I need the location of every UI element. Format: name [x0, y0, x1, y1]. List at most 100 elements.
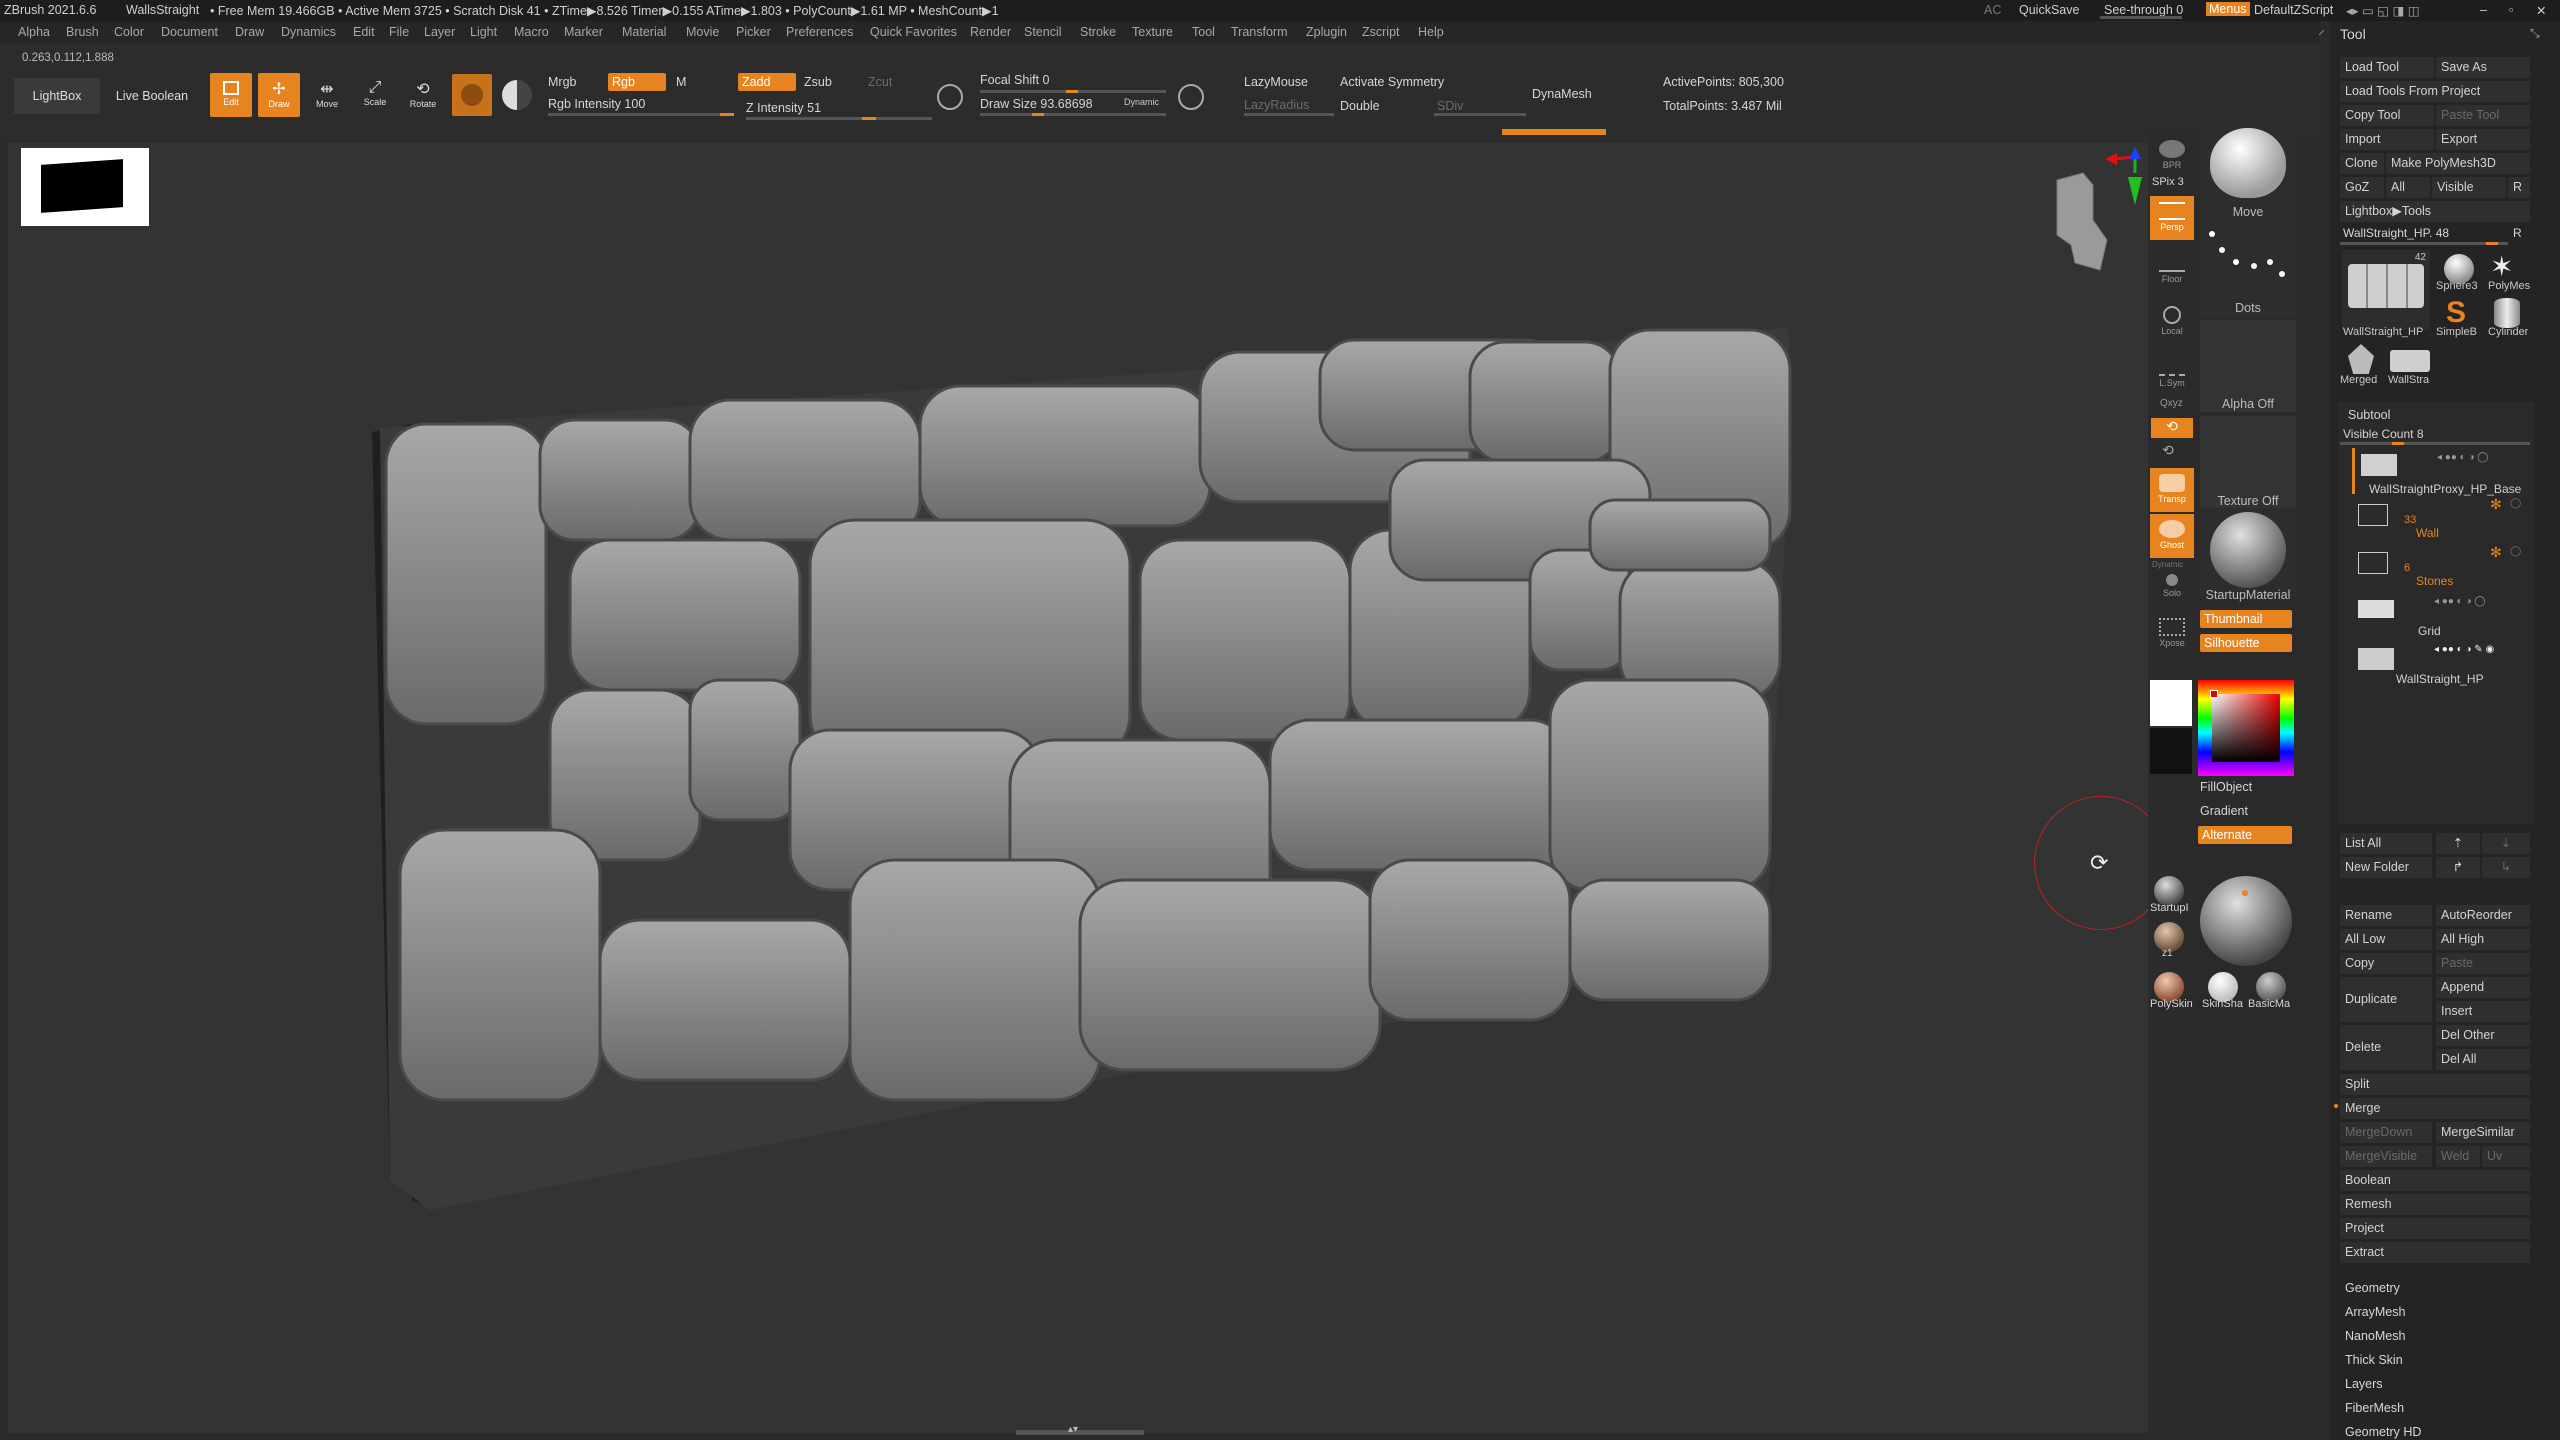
solo-button[interactable]: Solo	[2150, 568, 2194, 612]
lightbox-button[interactable]: LightBox	[14, 78, 100, 114]
focal-shift-slider[interactable]: Focal Shift 0	[980, 73, 1049, 87]
m-button[interactable]: M	[676, 75, 686, 89]
folder-up-icon[interactable]: ↱	[2436, 857, 2480, 878]
menu-texture[interactable]: Texture	[1132, 25, 1173, 39]
xyz-button[interactable]: Qxyz	[2160, 398, 2183, 409]
zadd-button[interactable]: Zadd	[738, 73, 796, 91]
tray-arrows-icon[interactable]: ▴▾	[1068, 1424, 1078, 1435]
material-selector[interactable]	[2200, 508, 2296, 596]
lazyradius-slider[interactable]: LazyRadius	[1244, 98, 1309, 112]
del-all-button[interactable]: Del All	[2436, 1049, 2530, 1070]
restore-icon[interactable]: ▫	[2509, 3, 2513, 17]
menu-stencil[interactable]: Stencil	[1024, 25, 1062, 39]
section-layers[interactable]: Layers	[2345, 1377, 2383, 1391]
load-tool-button[interactable]: Load Tool	[2340, 57, 2434, 78]
subtool-visibility-icons[interactable]: ◂ ●● ◐ ◑ ✎ ◉	[2434, 644, 2494, 655]
stone-wall-model[interactable]	[370, 320, 1810, 1220]
uv-button[interactable]: Uv	[2482, 1146, 2530, 1167]
rename-button[interactable]: Rename	[2340, 905, 2432, 926]
folder-gear-icon[interactable]: ✻	[2490, 544, 2502, 561]
rotate-z-icon[interactable]: ⟲	[2162, 442, 2174, 459]
subtool-row-stones-folder[interactable]: 6 Stones ✻ ◯	[2352, 544, 2530, 590]
window-layout-icons[interactable]: ◂▸ ▭ ◱ ◨ ◫	[2346, 3, 2420, 18]
dynamesh-button[interactable]: DynaMesh	[1532, 87, 1592, 101]
save-as-button[interactable]: Save As	[2436, 57, 2530, 78]
folder-down-icon[interactable]: ↳	[2482, 857, 2530, 878]
zsub-button[interactable]: Zsub	[804, 75, 832, 89]
ghost-button[interactable]: Ghost	[2150, 514, 2194, 558]
delete-button[interactable]: Delete	[2340, 1025, 2432, 1070]
color-swatch-icon[interactable]	[502, 80, 532, 110]
close-icon[interactable]: ✕	[2536, 3, 2546, 18]
pin-icon[interactable]: ⸍	[2318, 26, 2325, 45]
menu-preferences[interactable]: Preferences	[786, 25, 853, 39]
subtool-visibility-icons[interactable]: ◂ ●● ◐ ◑ ◯	[2434, 596, 2485, 607]
menu-stroke[interactable]: Stroke	[1080, 25, 1116, 39]
tool-thumb-wallstraight[interactable]: 42	[2342, 250, 2430, 330]
dynamic-radius-icon[interactable]	[1178, 84, 1204, 110]
activate-symmetry-button[interactable]: Activate Symmetry	[1340, 75, 1444, 89]
goz-visible-button[interactable]: Visible	[2432, 177, 2506, 198]
move-mode-button[interactable]: ⇹ Move	[306, 73, 348, 117]
menu-alpha[interactable]: Alpha	[18, 25, 50, 39]
rotate-mode-button[interactable]: ⟲ Rotate	[402, 73, 444, 117]
section-geometry-hd[interactable]: Geometry HD	[2345, 1425, 2421, 1439]
scale-mode-button[interactable]: ⤢ Scale	[354, 73, 396, 117]
secondary-color-swatch[interactable]	[2150, 728, 2192, 774]
local-button[interactable]: Local	[2150, 300, 2194, 344]
quicksave-button[interactable]: QuickSave	[2019, 3, 2079, 17]
bottom-tray-handle[interactable]	[1016, 1430, 1144, 1435]
menu-light[interactable]: Light	[470, 25, 497, 39]
goz-all-button[interactable]: All	[2386, 177, 2430, 198]
move-up-icon[interactable]: ⇡	[2436, 833, 2480, 854]
section-nanomesh[interactable]: NanoMesh	[2345, 1329, 2405, 1343]
lsym-button[interactable]: L.Sym	[2150, 352, 2194, 396]
autoreorder-button[interactable]: AutoReorder	[2436, 905, 2530, 926]
clone-button[interactable]: Clone	[2340, 153, 2384, 174]
navigation-thumbnail[interactable]	[21, 148, 149, 226]
section-geometry[interactable]: Geometry	[2345, 1281, 2400, 1295]
all-high-button[interactable]: All High	[2436, 929, 2530, 950]
menu-brush[interactable]: Brush	[66, 25, 99, 39]
menu-transform[interactable]: Transform	[1231, 25, 1288, 39]
menu-zplugin[interactable]: Zplugin	[1306, 25, 1347, 39]
menu-file[interactable]: File	[389, 25, 409, 39]
draw-size-slider[interactable]: Draw Size 93.68698	[980, 97, 1093, 111]
gradient-button[interactable]: Gradient	[2200, 804, 2248, 818]
rotate-y-icon[interactable]: ⟲	[2151, 418, 2193, 438]
bpr-button[interactable]: BPR	[2150, 134, 2194, 178]
spotlight-icon[interactable]	[937, 84, 963, 110]
subtool-visibility-icons[interactable]: ◂ ●● ◐ ◑ ◯	[2437, 452, 2488, 463]
transp-button[interactable]: Transp	[2150, 468, 2194, 512]
duplicate-button[interactable]: Duplicate	[2340, 977, 2432, 1022]
menu-tool[interactable]: Tool	[1192, 25, 1215, 39]
section-fibermesh[interactable]: FiberMesh	[2345, 1401, 2404, 1415]
visible-count-slider[interactable]: Visible Count 8	[2343, 427, 2424, 441]
subtool-title[interactable]: Subtool	[2348, 408, 2390, 422]
goz-button[interactable]: GoZ	[2340, 177, 2384, 198]
alternate-toggle[interactable]: Alternate	[2198, 826, 2292, 844]
project-button[interactable]: Project	[2340, 1218, 2530, 1239]
folder-eye-icon[interactable]: ◯	[2510, 546, 2521, 557]
subtool-row-proxy-base[interactable]: WallStraightProxy_HP_Base ◂ ●● ◐ ◑ ◯	[2352, 448, 2530, 496]
floor-button[interactable]: Floor	[2150, 248, 2194, 292]
default-zscript-button[interactable]: DefaultZScript	[2254, 3, 2333, 17]
minimize-icon[interactable]: –	[2480, 3, 2487, 17]
material-swatch-button[interactable]	[452, 74, 492, 116]
remesh-button[interactable]: Remesh	[2340, 1194, 2530, 1215]
paste-subtool-button[interactable]: Paste	[2436, 953, 2530, 974]
fillobject-button[interactable]: FillObject	[2200, 780, 2252, 794]
silhouette-toggle[interactable]: Silhouette	[2200, 634, 2292, 652]
subtool-row-grid[interactable]: Grid ◂ ●● ◐ ◑ ◯	[2352, 592, 2530, 638]
zcut-button[interactable]: Zcut	[868, 75, 892, 89]
section-thick-skin[interactable]: Thick Skin	[2345, 1353, 2403, 1367]
export-button[interactable]: Export	[2436, 129, 2530, 150]
spix-slider[interactable]: SPix 3	[2152, 176, 2184, 188]
menu-edit[interactable]: Edit	[353, 25, 375, 39]
edit-mode-button[interactable]: Edit	[210, 73, 252, 117]
sdiv-slider[interactable]: SDiv	[1437, 99, 1463, 113]
goz-r-button[interactable]: R	[2508, 177, 2530, 198]
folder-gear-icon[interactable]: ✻	[2490, 496, 2502, 513]
color-picker-hue-ring[interactable]	[2198, 680, 2294, 776]
split-button[interactable]: Split	[2340, 1074, 2530, 1095]
